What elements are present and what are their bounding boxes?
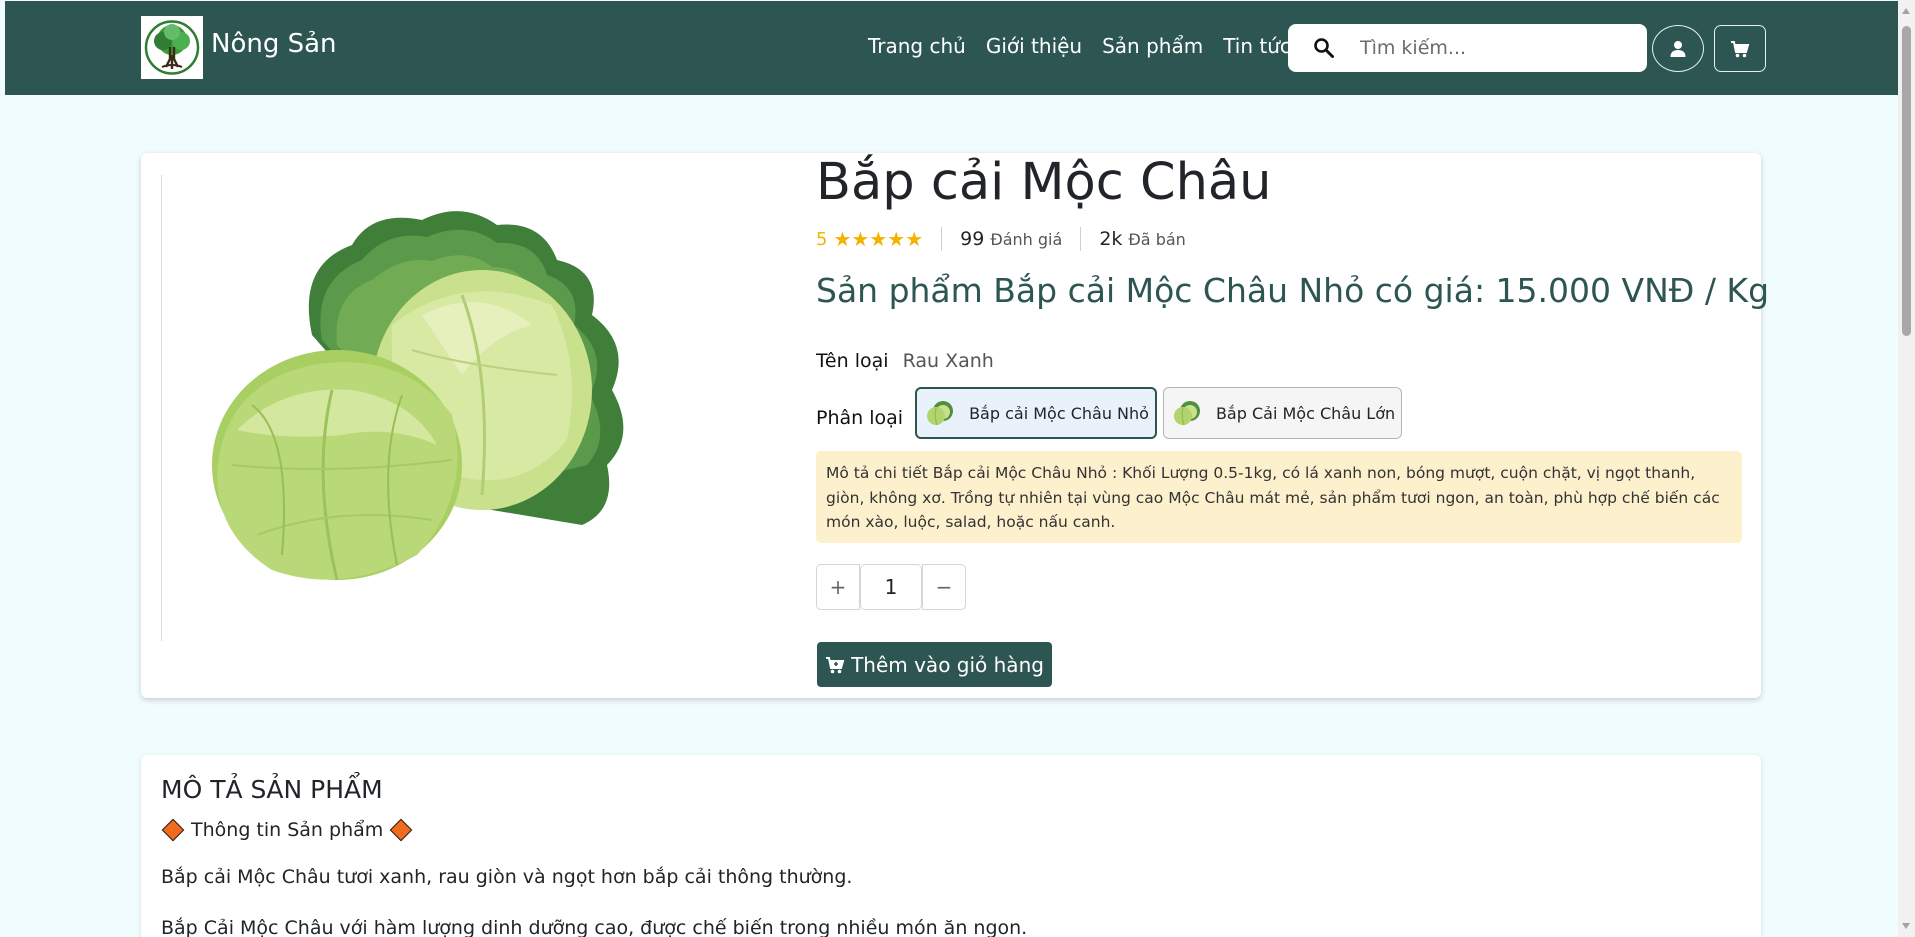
search-icon[interactable] — [1288, 37, 1360, 59]
description-paragraph: Bắp Cải Mộc Châu với hàm lượng dinh dưỡn… — [161, 917, 1028, 937]
scroll-down-icon[interactable] — [1902, 923, 1910, 929]
description-card: MÔ TẢ SẢN PHẨM Thông tin Sản phẩm Bắp cả… — [141, 755, 1761, 937]
diamond-icon — [161, 818, 185, 842]
star-icon: ★ — [851, 227, 870, 251]
page-scrollbar[interactable] — [1898, 0, 1915, 937]
product-image — [161, 175, 761, 641]
variant-small-button[interactable]: Bắp cải Mộc Châu Nhỏ — [915, 387, 1157, 439]
cart-button[interactable] — [1714, 25, 1766, 72]
rating-stars: ★★★★★ — [833, 227, 923, 251]
info-title-line: Thông tin Sản phẩm — [161, 818, 419, 842]
add-to-cart-label: Thêm vào giỏ hàng — [851, 652, 1044, 677]
scroll-thumb[interactable] — [1902, 26, 1911, 336]
add-to-cart-button[interactable]: Thêm vào giỏ hàng — [817, 642, 1052, 687]
sold-label: Đã bán — [1128, 229, 1186, 249]
scroll-up-icon[interactable] — [1902, 8, 1910, 14]
user-button[interactable] — [1652, 25, 1704, 72]
cabbage-thumbnail — [927, 401, 954, 426]
cabbage-thumbnail — [1173, 401, 1200, 426]
divider — [1080, 227, 1082, 251]
user-icon — [1670, 40, 1686, 57]
product-card: Bắp cải Mộc Châu 5 ★★★★★ 99 Đánh giá 2k … — [141, 153, 1769, 698]
search-input[interactable] — [1360, 37, 1630, 59]
quantity-stepper: + 1 − — [816, 564, 966, 610]
variant-large-label: Bắp Cải Mộc Châu Lớn — [1215, 403, 1396, 423]
quantity-input[interactable]: 1 — [860, 564, 922, 610]
product-detail-box: Mô tả chi tiết Bắp cải Mộc Châu Nhỏ : Kh… — [816, 451, 1742, 543]
nav-news[interactable]: Tin tức — [1223, 34, 1291, 58]
nav-products[interactable]: Sản phẩm — [1102, 34, 1203, 58]
description-paragraph: Bắp cải Mộc Châu tươi xanh, rau giòn và … — [161, 866, 853, 888]
variant-label: Phân loại — [816, 407, 904, 429]
star-icon: ★ — [887, 227, 906, 251]
search-box — [1288, 24, 1647, 72]
rating-value: 5 — [816, 228, 828, 250]
description-heading: MÔ TẢ SẢN PHẨM — [161, 775, 383, 804]
price-line: Sản phẩm Bắp cải Mộc Châu Nhỏ có giá: 15… — [816, 271, 1770, 310]
nav-about[interactable]: Giới thiệu — [986, 34, 1082, 58]
top-navbar: Nông Sản Trang chủ Giới thiệu Sản phẩm T… — [5, 1, 1898, 95]
type-value: Rau Xanh — [902, 350, 994, 372]
brand[interactable]: Nông Sản — [141, 16, 337, 79]
review-count: 99 — [960, 228, 985, 250]
type-row: Tên loại Rau Xanh — [816, 350, 994, 372]
brand-name[interactable]: Nông Sản — [211, 29, 337, 59]
tree-logo[interactable] — [141, 16, 203, 79]
cart-icon — [1731, 40, 1750, 57]
star-icon: ★ — [833, 227, 852, 251]
sold-count: 2k — [1099, 228, 1123, 250]
variant-row: Phân loại Bắp cải Mộc Châu Nhỏ Bắp Cải M… — [816, 387, 1408, 439]
divider — [941, 227, 943, 251]
type-label: Tên loại — [816, 350, 889, 372]
main-nav: Trang chủ Giới thiệu Sản phẩm Tin tức — [868, 34, 1291, 58]
star-icon: ★ — [905, 227, 924, 251]
product-stats: 5 ★★★★★ 99 Đánh giá 2k Đã bán — [816, 225, 1186, 253]
variant-large-button[interactable]: Bắp Cải Mộc Châu Lớn — [1162, 387, 1403, 439]
qty-decrease-button[interactable]: − — [922, 564, 966, 610]
diamond-icon — [389, 818, 413, 842]
cart-plus-icon — [826, 656, 845, 673]
review-label: Đánh giá — [990, 229, 1063, 249]
star-icon: ★ — [869, 227, 888, 251]
nav-home[interactable]: Trang chủ — [868, 34, 966, 58]
variant-small-label: Bắp cải Mộc Châu Nhỏ — [969, 403, 1149, 423]
info-title: Thông tin Sản phẩm — [191, 819, 384, 841]
qty-increase-button[interactable]: + — [816, 564, 860, 610]
product-title: Bắp cải Mộc Châu — [816, 153, 1272, 212]
